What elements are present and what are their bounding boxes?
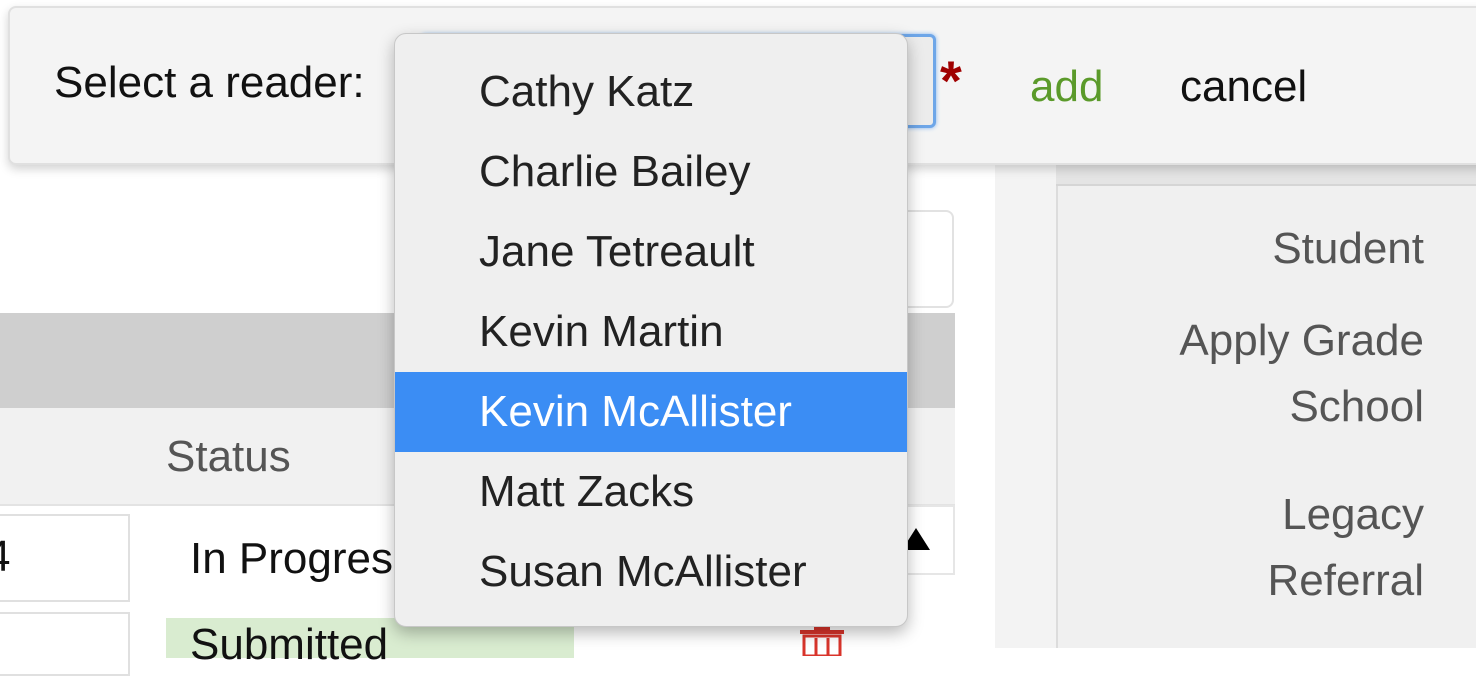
row-status-text: Submitted (190, 620, 389, 669)
row-id-cell (0, 612, 130, 676)
reader-option[interactable]: Susan McAllister (395, 532, 907, 612)
reader-option[interactable]: Jane Tetreault (395, 212, 907, 292)
student-label: Student (1272, 224, 1424, 273)
reader-dropdown-list: Cathy Katz Charlie Bailey Jane Tetreault… (394, 33, 908, 627)
select-reader-label: Select a reader: (54, 58, 365, 107)
trash-icon[interactable] (798, 626, 846, 656)
row-id-text: 4 (0, 532, 10, 582)
row-id-cell (0, 514, 130, 602)
reader-option[interactable]: Cathy Katz (395, 52, 907, 132)
legacy-referral-label: Legacy Referral (1267, 490, 1425, 605)
reader-option-highlighted[interactable]: Kevin McAllister (395, 372, 907, 452)
add-button[interactable]: add (1030, 62, 1103, 112)
required-indicator: * (940, 49, 962, 112)
cancel-button[interactable]: cancel (1180, 62, 1307, 112)
reader-option[interactable]: Charlie Bailey (395, 132, 907, 212)
reader-option[interactable]: Matt Zacks (395, 452, 907, 532)
status-column-header[interactable]: Status (166, 432, 291, 482)
apply-grade-school-label: Apply Grade School (1179, 316, 1424, 431)
reader-option[interactable]: Kevin Martin (395, 292, 907, 372)
row-status-text: In Progres (190, 534, 393, 583)
